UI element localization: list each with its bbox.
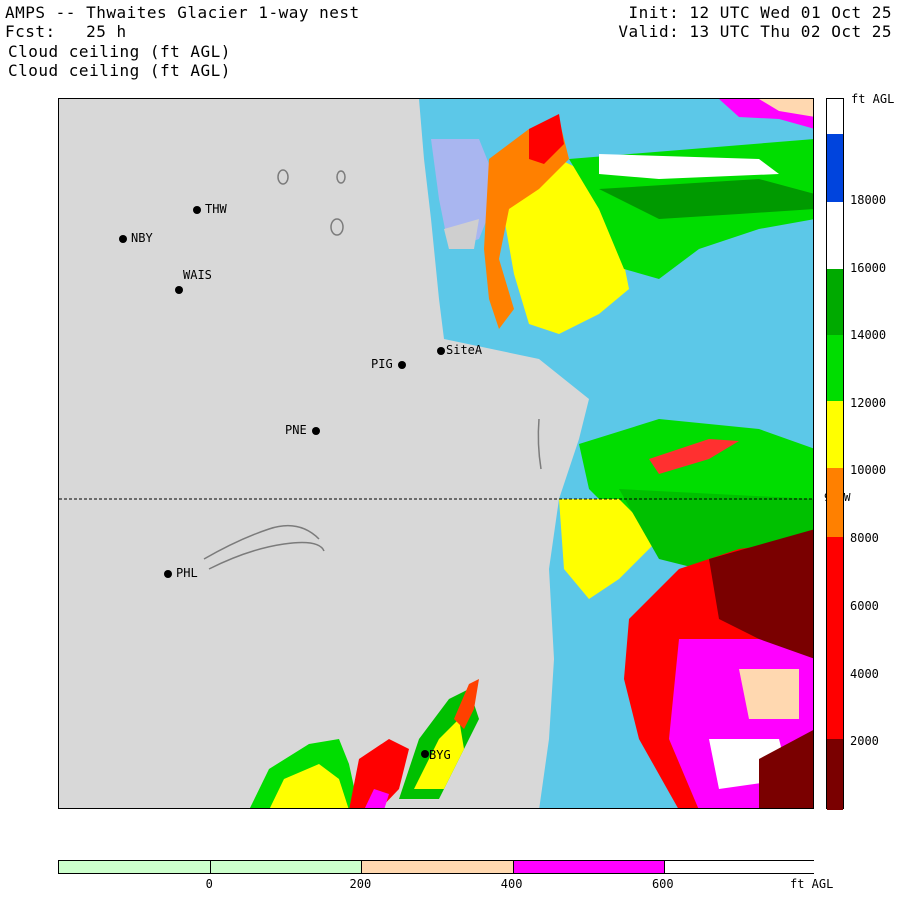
station-marker [119,235,127,243]
cloud-region-peach-lower [739,669,799,719]
right-colorbar-tick: 4000 [850,667,879,681]
right-colorbar-segment [827,269,843,335]
right-colorbar-segment [827,401,843,468]
station-marker [312,427,320,435]
map-canvas [59,99,813,808]
forecast-label: Fcst: [5,22,56,41]
bottom-colorbar-segment [59,861,211,873]
right-colorbar-segment [827,99,843,134]
right-colorbar-tick: 2000 [850,734,879,748]
right-colorbar-tick: 16000 [850,261,887,275]
forecast-hour: Fcst: 25 h [5,22,127,42]
station-label: THW [205,202,227,216]
bottom-colorbar-tick: 200 [349,877,372,891]
station-marker [175,286,183,294]
right-colorbar-segment [827,134,843,202]
station-marker [193,206,201,214]
bottom-colorbar-segment [663,861,816,873]
bottom-colorbar-tick: 0 [205,877,213,891]
field-title-1: Cloud ceiling (ft AGL) [8,42,231,61]
right-colorbar-tick: 6000 [850,599,879,613]
map-panel [58,98,814,809]
right-colorbar-segment [827,739,843,810]
bottom-colorbar [58,860,816,874]
right-colorbar-tick: 12000 [850,396,887,410]
bottom-colorbar-tick: 400 [500,877,523,891]
station-label: SiteA [446,343,483,357]
right-colorbar-tick: 18000 [850,193,887,207]
bottom-colorbar-tick: 600 [651,877,674,891]
bottom-colorbar-units: ft AGL [790,877,834,891]
station-marker [421,750,429,758]
station-marker [437,347,445,355]
valid-time: Valid: 13 UTC Thu 02 Oct 25 [618,22,892,41]
right-colorbar-tick: 8000 [850,531,879,545]
right-colorbar-segment [827,537,843,739]
forecast-value: 25 h [86,22,127,41]
station-label: NBY [131,231,153,245]
bottom-colorbar-segment [210,861,363,873]
station-label: BYG [429,748,451,762]
right-colorbar-tick: 14000 [850,328,887,342]
bottom-colorbar-segment [361,861,514,873]
station-marker [398,361,406,369]
right-colorbar-tick: 10000 [850,463,887,477]
station-label: PHL [176,566,198,580]
right-colorbar-segment [827,335,843,401]
right-colorbar-segment [827,202,843,269]
right-colorbar [826,98,844,810]
right-colorbar-units: ft AGL [851,92,895,106]
station-label: WAIS [183,268,212,282]
bottom-colorbar-segment [512,861,665,873]
station-label: PNE [285,423,307,437]
station-marker [164,570,172,578]
station-label: PIG [371,357,393,371]
product-title: AMPS -- Thwaites Glacier 1-way nest [5,3,360,22]
field-title-2: Cloud ceiling (ft AGL) [8,61,231,80]
right-colorbar-segment [827,468,843,537]
init-time: Init: 12 UTC Wed 01 Oct 25 [628,3,892,22]
